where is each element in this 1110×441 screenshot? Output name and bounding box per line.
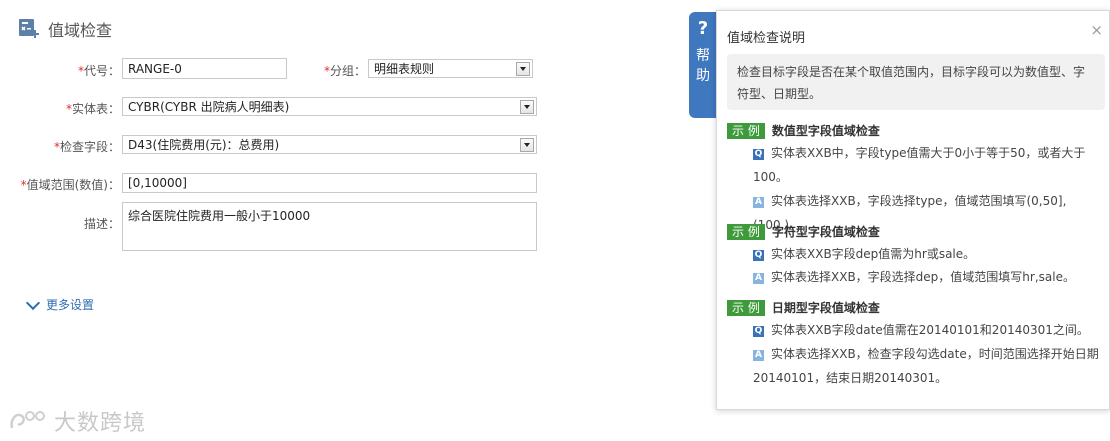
- example-answer: A 实体表选择XXB，检查字段勾选date，时间范围选择开始日期20140101，…: [753, 347, 1099, 385]
- question-icon: Q: [753, 250, 764, 261]
- question-icon: Q: [753, 326, 764, 337]
- group-label: *分组：: [323, 64, 366, 78]
- example-badge: 示 例: [727, 122, 765, 139]
- example-answer: A 实体表选择XXB，字段选择dep，值域范围填写hr,sale。: [753, 265, 1105, 289]
- page-title: 值域检查: [48, 21, 113, 40]
- chevron-down-icon: [520, 138, 534, 152]
- example-heading-date: 示 例 日期型字段值域检查: [727, 299, 880, 316]
- question-icon: Q: [753, 149, 764, 160]
- example-question: Q 实体表XXB字段dep值需为hr或sale。: [753, 247, 976, 261]
- example-question: Q 实体表XXB中，字段type值需大于0小于等于50，或者大于100。: [753, 146, 1086, 184]
- range-label: *值域范围(数值)：: [20, 178, 120, 192]
- chevron-down-icon: [25, 295, 41, 310]
- range-input[interactable]: [0,10000]: [122, 173, 537, 193]
- help-panel: 值域检查说明 × 检查目标字段是否在某个取值范围内，目标字段可以为数值型、字符型…: [716, 10, 1110, 410]
- answer-icon: A: [753, 197, 764, 208]
- entity-select[interactable]: CYBR(CYBR 出院病人明细表): [122, 97, 537, 116]
- help-title: 值域检查说明: [727, 31, 806, 46]
- help-description: 检查目标字段是否在某个取值范围内，目标字段可以为数值型、字符型、日期型。: [727, 54, 1105, 110]
- close-icon[interactable]: ×: [1090, 21, 1103, 39]
- group-select[interactable]: 明细表规则: [368, 59, 533, 78]
- example-badge: 示 例: [727, 299, 765, 316]
- example-badge: 示 例: [727, 223, 765, 240]
- question-mark-icon: ?: [697, 18, 709, 39]
- more-settings-toggle[interactable]: 更多设置: [25, 295, 95, 313]
- description-label: 描述：: [83, 217, 120, 231]
- watermark: 大数跨境: [8, 405, 146, 437]
- rule-add-icon: [19, 19, 39, 38]
- check-field-label: *检查字段：: [53, 140, 120, 154]
- help-tab-label: 帮助: [696, 48, 710, 84]
- more-settings-label: 更多设置: [46, 298, 95, 312]
- chevron-down-icon: [520, 100, 534, 114]
- entity-label: *实体表：: [65, 102, 120, 116]
- example-heading-numeric: 示 例 数值型字段值域检查: [727, 122, 880, 139]
- answer-icon: A: [753, 350, 764, 361]
- chevron-down-icon: [516, 62, 530, 76]
- help-tab[interactable]: ? 帮助: [689, 12, 717, 118]
- watermark-logo-icon: [10, 411, 45, 429]
- page-header: 值域检查: [18, 16, 112, 42]
- example-heading-string: 示 例 字符型字段值域检查: [727, 223, 880, 240]
- code-input[interactable]: RANGE-0: [122, 58, 287, 79]
- example-question: Q 实体表XXB字段date值需在20140101和20140301之间。: [753, 323, 1089, 337]
- code-label: *代号：: [77, 64, 120, 78]
- check-field-select[interactable]: D43(住院费用(元)：总费用): [122, 135, 537, 154]
- description-textarea[interactable]: 综合医院住院费用一般小于10000: [122, 202, 537, 251]
- answer-icon: A: [753, 273, 764, 284]
